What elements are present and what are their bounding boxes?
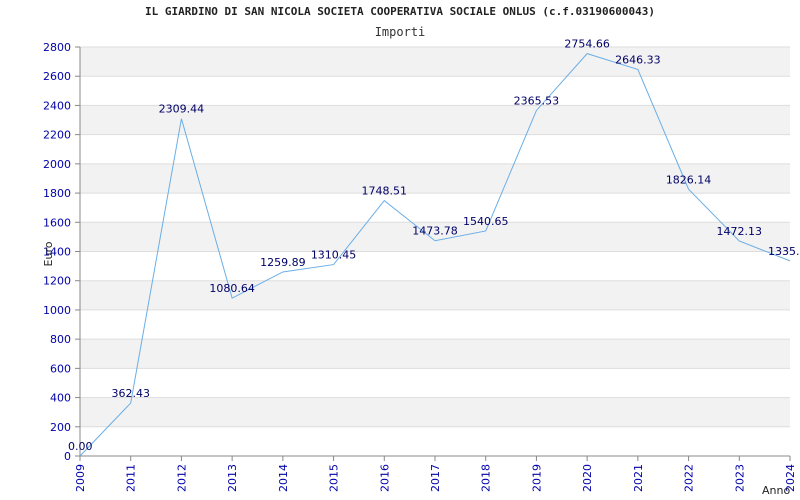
y-axis-label: Euro: [42, 241, 55, 266]
data-label: 2365.53: [514, 94, 560, 107]
chart-page: 0 200 400 600 800 1000 1200 1400 1600 1800 2000 220…: [0, 0, 800, 500]
x-tick-label: 2022: [683, 464, 696, 492]
data-label: 1748.51: [362, 185, 408, 198]
x-tick-label: 2013: [226, 464, 239, 492]
data-label: 2646.33: [615, 53, 661, 66]
y-tick-label: 600: [50, 362, 71, 375]
chart-title: IL GIARDINO DI SAN NICOLA SOCIETA COOPER…: [145, 5, 655, 18]
y-tick-label: 2800: [43, 41, 71, 54]
y-tick-label: 1000: [43, 304, 71, 317]
y-tick-label: 200: [50, 421, 71, 434]
data-label: 1473.78: [412, 225, 458, 238]
x-tick-label: 2009: [74, 464, 87, 492]
x-tick-label: 2017: [429, 464, 442, 492]
y-tick-label: 800: [50, 333, 71, 346]
x-tick-label: 2012: [175, 464, 188, 492]
y-tick-label: 2600: [43, 70, 71, 83]
data-label: 1080.64: [209, 282, 255, 295]
data-label: 1540.65: [463, 215, 509, 228]
data-label: 1335.8: [768, 245, 800, 258]
x-tick-label: 2021: [632, 464, 645, 492]
line-chart: 0200400600800100012001400160018002000220…: [42, 38, 800, 497]
data-label: 2754.66: [564, 38, 610, 51]
data-label: 2309.44: [159, 103, 205, 116]
grid-band: [80, 47, 790, 77]
y-tick-label: 1200: [43, 275, 71, 288]
x-tick-label: 2014: [277, 464, 290, 492]
data-label: 1472.13: [717, 225, 763, 238]
x-tick-label: 2016: [378, 464, 391, 492]
y-tick-label: 2200: [43, 129, 71, 142]
y-tick-label: 400: [50, 392, 71, 405]
x-tick-label: 2015: [328, 464, 341, 492]
x-tick-label: 2020: [581, 464, 594, 492]
y-tick-label: 1600: [43, 216, 71, 229]
grid-band: [80, 280, 790, 310]
y-tick-label: 2000: [43, 158, 71, 171]
y-tick-label: 2400: [43, 99, 71, 112]
data-label: 0.00: [68, 440, 93, 453]
y-tick-label: 1800: [43, 187, 71, 200]
x-tick-label: 2019: [530, 464, 543, 492]
grid-band: [80, 339, 790, 369]
x-tick-label: 2018: [480, 464, 493, 492]
chart-subtitle: Importi: [374, 25, 426, 39]
data-label: 1826.14: [666, 173, 712, 186]
data-label: 362.43: [111, 387, 150, 400]
x-tick-labels: 2009 2011 2012 2013 2014 2015 2016 2017 2018 2019…: [74, 464, 797, 492]
grid-band: [80, 397, 790, 427]
data-label: 1310.45: [311, 249, 357, 262]
x-tick-label: 2011: [125, 464, 138, 492]
data-label: 1259.89: [260, 256, 306, 269]
x-axis-label: Anno: [762, 484, 790, 497]
x-tick-label: 2023: [733, 464, 746, 492]
